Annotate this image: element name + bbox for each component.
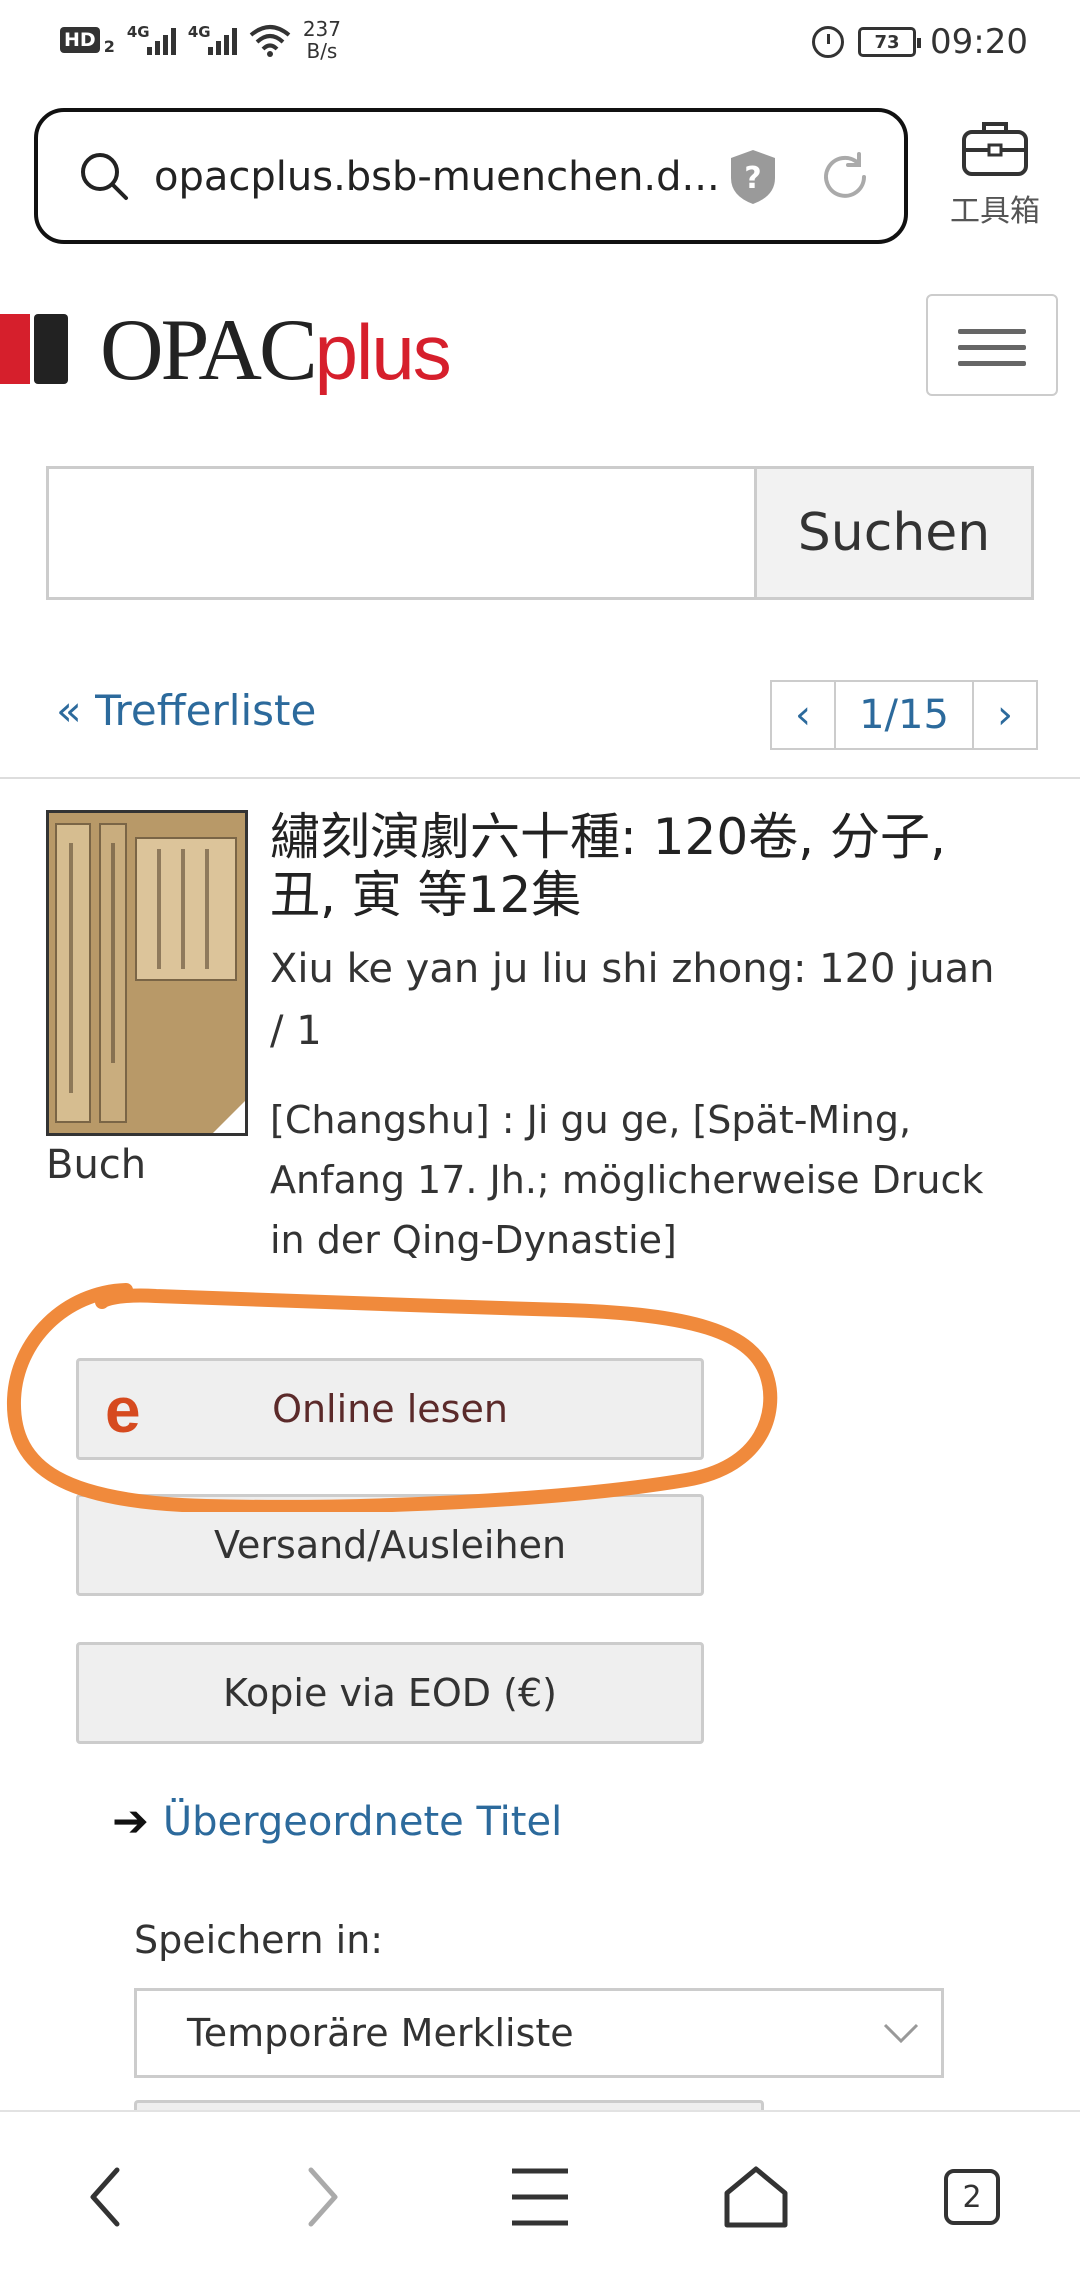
toolbox-label: 工具箱 xyxy=(950,194,1040,229)
reload-icon[interactable] xyxy=(818,150,872,204)
media-type-label: Buch xyxy=(46,1142,147,1188)
save-list-value: Temporäre Merkliste xyxy=(187,2011,574,2055)
toolbox-icon xyxy=(962,122,1028,176)
alarm-icon xyxy=(812,26,845,58)
menu-icon-line xyxy=(958,329,1026,334)
record-imprint: [Changshu] : Ji gu ge, [Spät-Ming, Anfan… xyxy=(270,1098,984,1262)
hd-voice-sim: 2 xyxy=(103,36,115,56)
svg-text:?: ? xyxy=(744,161,761,196)
divider xyxy=(0,777,1080,779)
double-chevron-left-icon: « xyxy=(56,686,82,735)
save-list-select[interactable]: Temporäre Merkliste xyxy=(134,1988,944,2078)
nav-back-button[interactable] xyxy=(56,2152,156,2242)
network-speed: 237 B/s xyxy=(303,18,341,62)
network-speed-value: 237 xyxy=(302,17,342,41)
copy-via-eod-button[interactable]: Kopie via EOD (€) xyxy=(76,1642,704,1744)
record-subtitle: Xiu ke yan ju liu shi zhong: 120 juan / … xyxy=(270,946,995,1054)
network-speed-unit: B/s xyxy=(306,39,338,63)
status-right: 73 09:20 xyxy=(812,22,1028,62)
read-online-button[interactable]: e Online lesen xyxy=(76,1358,704,1460)
nav-forward-button[interactable] xyxy=(272,2152,372,2242)
next-result-button[interactable]: › xyxy=(974,682,1036,748)
back-to-results-link[interactable]: « Trefferliste xyxy=(56,686,316,735)
parent-titles-link[interactable]: ➔ Übergeordnete Titel xyxy=(112,1796,562,1847)
search-button[interactable]: Suchen xyxy=(754,466,1034,600)
network-type-sim1: 4G xyxy=(126,23,150,41)
opac-plus-logo[interactable]: OPACplus xyxy=(100,300,452,401)
search-icon xyxy=(81,153,128,200)
wifi-icon xyxy=(249,25,291,57)
copy-via-eod-label: Kopie via EOD (€) xyxy=(223,1671,557,1715)
status-bar: HD 2 4G 4G 237 B/s 73 09:20 xyxy=(0,0,1080,92)
browser-bottom-nav: 2 xyxy=(0,2110,1080,2280)
signal-icon-sim1: 4G xyxy=(126,23,176,55)
nav-tabs-button[interactable]: 2 xyxy=(922,2152,1022,2242)
menu-icon xyxy=(512,2168,568,2226)
status-left: HD 2 4G 4G 237 B/s xyxy=(60,18,341,62)
toolbox-button[interactable]: 工具箱 xyxy=(940,118,1050,230)
opac-logo-mark xyxy=(0,314,68,384)
logo-plus-text: plus xyxy=(314,308,452,396)
menu-icon-line xyxy=(958,345,1026,350)
nav-home-button[interactable] xyxy=(706,2152,806,2242)
signal-icon-sim2: 4G xyxy=(187,23,237,55)
hd-voice-badge: HD xyxy=(60,27,100,53)
result-pager: ‹ 1/15 › xyxy=(770,680,1038,750)
status-time: 09:20 xyxy=(930,22,1028,62)
save-in-label: Speichern in: xyxy=(134,1918,384,1962)
read-online-label: Online lesen xyxy=(272,1387,508,1431)
home-icon xyxy=(724,2166,788,2228)
nav-menu-button[interactable] xyxy=(490,2152,590,2242)
record-title: 繡刻演劇六十種: 120卷, 分子, 丑, 寅 等12集 xyxy=(270,808,946,924)
forward-arrow-icon xyxy=(308,2167,338,2227)
previous-result-button[interactable]: ‹ xyxy=(772,682,834,748)
shipping-loan-label: Versand/Ausleihen xyxy=(213,1523,567,1567)
shipping-loan-button[interactable]: Versand/Ausleihen xyxy=(76,1494,704,1596)
back-to-results-label: Trefferliste xyxy=(95,686,317,735)
network-type-sim2: 4G xyxy=(187,23,211,41)
arrow-right-icon: ➔ xyxy=(112,1796,149,1847)
chevron-down-icon xyxy=(883,2023,919,2044)
security-shield-icon[interactable]: ? xyxy=(728,148,778,206)
menu-button[interactable] xyxy=(926,294,1058,396)
url-text[interactable]: opacplus.bsb-muenchen.d... xyxy=(154,154,720,200)
result-position: 1/15 xyxy=(834,682,974,748)
menu-icon-line xyxy=(958,361,1026,366)
logo-main-text: OPAC xyxy=(100,302,318,399)
parent-titles-label: Übergeordnete Titel xyxy=(162,1798,563,1845)
tabs-count-icon: 2 xyxy=(944,2169,1000,2225)
e-resource-icon: e xyxy=(105,1374,141,1446)
book-cover-thumbnail[interactable] xyxy=(46,810,248,1136)
address-bar[interactable]: opacplus.bsb-muenchen.d... ? xyxy=(34,108,908,244)
search-input[interactable] xyxy=(46,466,758,600)
battery-icon: 73 xyxy=(858,27,922,57)
back-arrow-icon xyxy=(90,2167,120,2227)
